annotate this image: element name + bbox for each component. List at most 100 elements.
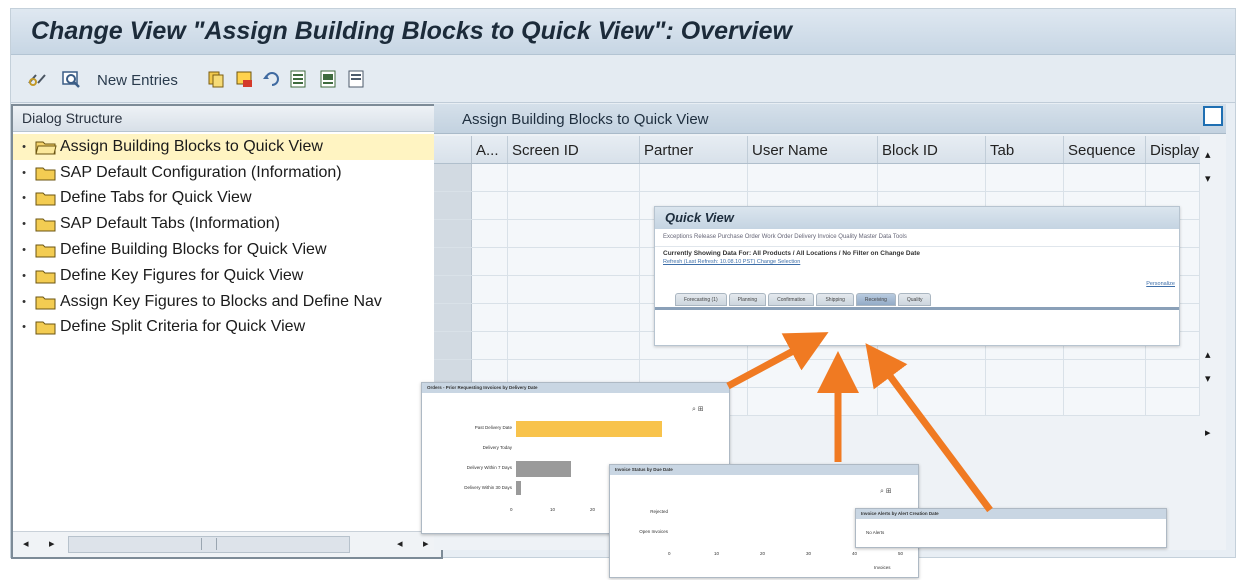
row-selector[interactable] [434, 248, 472, 275]
select-all-icon[interactable] [287, 69, 309, 89]
table-cell[interactable] [508, 220, 640, 247]
table-cell[interactable] [1146, 388, 1200, 415]
chart-axis-tick: 0 [510, 507, 513, 512]
chart-axis-tick: 10 [714, 551, 720, 556]
application-toolbar: New Entries [11, 55, 1235, 103]
tree-item-define-split-criteria[interactable]: • Define Split Criteria for Quick View [13, 315, 441, 341]
scroll-left-end-icon[interactable]: ◂ [397, 537, 403, 550]
tree-item-assign-key-figures[interactable]: • Assign Key Figures to Blocks and Defin… [13, 289, 441, 315]
copy-icon[interactable] [205, 69, 227, 89]
row-selector-header[interactable] [434, 136, 472, 163]
page-title: Change View "Assign Building Blocks to Q… [31, 17, 792, 45]
tree-item-sap-default-tabs[interactable]: • SAP Default Tabs (Information) [13, 211, 441, 237]
select-block-icon[interactable] [317, 69, 339, 89]
table-cell[interactable] [1146, 360, 1200, 387]
table-vertical-scrollbar[interactable]: ▴ ▾ ▴ ▾ ▸ [1200, 136, 1226, 456]
table-title: Assign Building Blocks to Quick View [434, 104, 1226, 134]
table-cell[interactable] [878, 360, 986, 387]
table-cell[interactable] [1064, 164, 1146, 191]
folder-icon [35, 270, 56, 284]
tree-item-label: SAP Default Configuration (Information) [60, 163, 342, 181]
row-selector[interactable] [434, 332, 472, 359]
table-cell[interactable] [986, 360, 1064, 387]
table-cell[interactable] [472, 248, 508, 275]
table-cell[interactable] [878, 164, 986, 191]
quick-view-title: Quick View [655, 207, 1179, 229]
table-cell[interactable] [472, 192, 508, 219]
table-cell[interactable] [1146, 164, 1200, 191]
table-cell[interactable] [472, 164, 508, 191]
column-header[interactable]: User Name [748, 136, 878, 163]
row-selector[interactable] [434, 220, 472, 247]
table-cell[interactable] [878, 388, 986, 415]
tree-item-define-building-blocks[interactable]: • Define Building Blocks for Quick View [13, 237, 441, 263]
chart-row-label: Delivery Within 30 Days [464, 485, 512, 490]
tree-bullet: • [22, 166, 26, 179]
column-header[interactable]: Block ID [878, 136, 986, 163]
dialog-horizontal-scrollbar[interactable]: ◂ ▸ ◂ ▸ [13, 531, 441, 557]
scrollbar-track[interactable] [68, 536, 350, 553]
table-header: A... Screen ID Partner User Name Block I… [434, 136, 1200, 164]
tree-item-define-key-figures[interactable]: • Define Key Figures for Quick View [13, 263, 441, 289]
scroll-right-end-icon[interactable]: ▸ [423, 537, 429, 550]
table-cell[interactable] [508, 332, 640, 359]
tree-bullet: • [22, 244, 26, 257]
scroll-right-icon[interactable]: ▸ [49, 537, 55, 550]
column-header[interactable]: Tab [986, 136, 1064, 163]
scrollbar-grip[interactable] [201, 538, 217, 550]
table-cell[interactable] [472, 276, 508, 303]
column-header[interactable]: Partner [640, 136, 748, 163]
table-cell[interactable] [472, 220, 508, 247]
table-cell[interactable] [986, 164, 1064, 191]
dialog-structure-panel: Dialog Structure • Assign Building Block… [11, 104, 443, 559]
table-cell[interactable] [508, 164, 640, 191]
row-selector[interactable] [434, 276, 472, 303]
glasses-icon[interactable] [25, 69, 49, 89]
table-cell[interactable] [640, 164, 748, 191]
table-cell[interactable] [1064, 388, 1146, 415]
column-header[interactable]: Sequence [1064, 136, 1146, 163]
undo-icon[interactable] [261, 69, 283, 89]
scroll-down-icon[interactable]: ▾ [1205, 172, 1211, 185]
chart-axis-tick: 30 [806, 551, 812, 556]
table-cell[interactable] [986, 388, 1064, 415]
table-settings-icon[interactable] [1203, 106, 1223, 126]
table-cell[interactable] [508, 276, 640, 303]
table-cell[interactable] [508, 192, 640, 219]
scroll-right-icon[interactable]: ▸ [1205, 426, 1211, 439]
tree-item-define-tabs[interactable]: • Define Tabs for Quick View [13, 186, 441, 212]
column-header[interactable]: A... [472, 136, 508, 163]
delete-icon[interactable] [233, 69, 255, 89]
alerts-title: Invoice Alerts by Alert Creation Date [856, 509, 1166, 519]
table-cell[interactable] [508, 304, 640, 331]
table-row[interactable] [434, 164, 1200, 192]
column-header[interactable]: Screen ID [508, 136, 640, 163]
table-cell[interactable] [748, 164, 878, 191]
quick-view-tab-underline [655, 307, 1179, 310]
folder-icon [35, 321, 56, 335]
row-selector[interactable] [434, 192, 472, 219]
scroll-left-icon[interactable]: ◂ [23, 537, 29, 550]
table-cell[interactable] [748, 388, 878, 415]
new-entries-button[interactable]: New Entries [97, 70, 178, 90]
row-selector[interactable] [434, 164, 472, 191]
tree-bullet: • [22, 269, 26, 282]
table-cell[interactable] [472, 304, 508, 331]
scroll-up-icon[interactable]: ▴ [1205, 348, 1211, 361]
scroll-up-icon[interactable]: ▴ [1205, 148, 1211, 161]
table-cell[interactable] [508, 248, 640, 275]
table-cell[interactable] [472, 332, 508, 359]
chart-bar [516, 461, 571, 477]
row-selector[interactable] [434, 304, 472, 331]
scroll-down-icon[interactable]: ▾ [1205, 372, 1211, 385]
tree-item-sap-default-configuration[interactable]: • SAP Default Configuration (Information… [13, 160, 441, 186]
tree-item-assign-building-blocks[interactable]: • Assign Building Blocks to Quick View [13, 134, 441, 160]
display-change-icon[interactable] [59, 69, 83, 89]
tree-item-label: Define Split Criteria for Quick View [60, 318, 306, 336]
column-header[interactable]: Display [1146, 136, 1200, 163]
table-cell[interactable] [1064, 360, 1146, 387]
quick-view-tabs: Forecasting (1) Planning Confirmation Sh… [675, 293, 932, 306]
deselect-all-icon[interactable] [345, 69, 367, 89]
table-cell[interactable] [748, 360, 878, 387]
folder-icon [35, 218, 56, 232]
